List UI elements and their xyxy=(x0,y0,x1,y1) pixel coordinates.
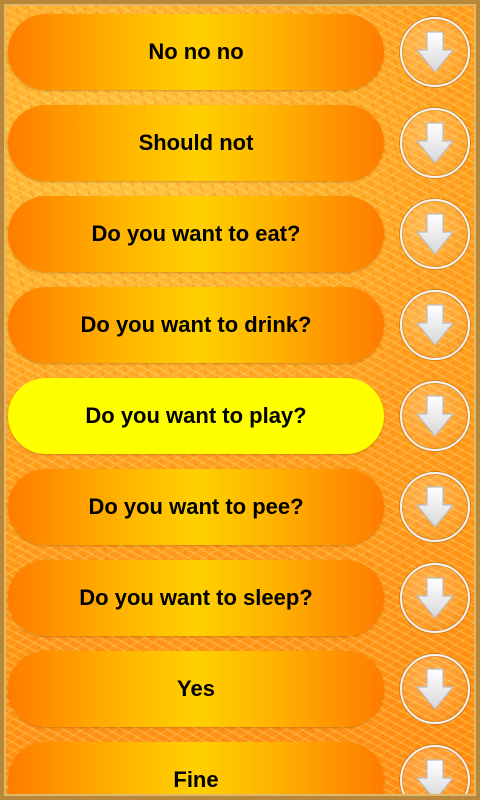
sound-list: No no no Should not Do you want to eat? … xyxy=(0,0,480,800)
list-item: Do you want to play? xyxy=(8,378,472,454)
sound-button-pee[interactable]: Do you want to pee? xyxy=(8,469,384,545)
list-item: Do you want to eat? xyxy=(8,196,472,272)
sound-label: Yes xyxy=(177,676,215,701)
sound-label: Fine xyxy=(173,767,219,792)
list-item: Do you want to drink? xyxy=(8,287,472,363)
download-button[interactable] xyxy=(400,654,470,724)
sound-button-play[interactable]: Do you want to play? xyxy=(8,378,384,454)
list-item: Yes xyxy=(8,651,472,727)
sound-label: Do you want to drink? xyxy=(80,312,312,337)
download-arrow-icon xyxy=(416,31,454,73)
download-arrow-icon xyxy=(416,122,454,164)
download-button[interactable] xyxy=(400,745,470,800)
download-arrow-icon xyxy=(416,577,454,619)
download-button[interactable] xyxy=(400,199,470,269)
sound-label: Do you want to play? xyxy=(85,403,307,428)
sound-label: Should not xyxy=(138,130,254,155)
sound-button-drink[interactable]: Do you want to drink? xyxy=(8,287,384,363)
download-arrow-icon xyxy=(416,759,454,800)
sound-label: Do you want to eat? xyxy=(91,221,301,246)
download-arrow-icon xyxy=(416,395,454,437)
download-button[interactable] xyxy=(400,563,470,633)
list-item: No no no xyxy=(8,14,472,90)
sound-label: Do you want to sleep? xyxy=(79,585,313,610)
download-button[interactable] xyxy=(400,381,470,451)
sound-label: No no no xyxy=(148,39,244,64)
download-button[interactable] xyxy=(400,108,470,178)
download-arrow-icon xyxy=(416,668,454,710)
sound-button-eat[interactable]: Do you want to eat? xyxy=(8,196,384,272)
list-item: Should not xyxy=(8,105,472,181)
sound-button-fine[interactable]: Fine xyxy=(8,742,384,800)
sound-button-should-not[interactable]: Should not xyxy=(8,105,384,181)
sound-label: Do you want to pee? xyxy=(88,494,304,519)
list-item: Do you want to sleep? xyxy=(8,560,472,636)
download-button[interactable] xyxy=(400,290,470,360)
download-arrow-icon xyxy=(416,304,454,346)
list-item: Fine xyxy=(8,742,472,800)
sound-button-sleep[interactable]: Do you want to sleep? xyxy=(8,560,384,636)
list-item: Do you want to pee? xyxy=(8,469,472,545)
download-arrow-icon xyxy=(416,213,454,255)
download-button[interactable] xyxy=(400,472,470,542)
download-arrow-icon xyxy=(416,486,454,528)
sound-button-yes[interactable]: Yes xyxy=(8,651,384,727)
download-button[interactable] xyxy=(400,17,470,87)
sound-button-no-no-no[interactable]: No no no xyxy=(8,14,384,90)
